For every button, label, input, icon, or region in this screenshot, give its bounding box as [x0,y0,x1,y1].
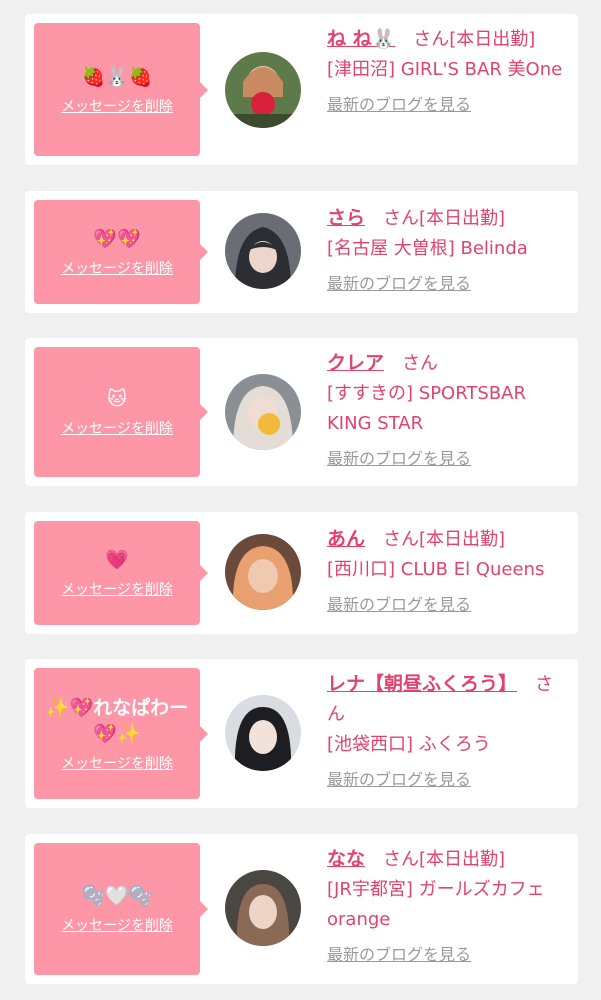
latest-blog-link[interactable]: 最新のブログを見る [327,943,563,967]
shop-location: [西川口] CLUB El Queens [327,559,545,580]
profile-info: レナ【朝昼ふくろう】 さん [池袋西口] ふくろう 最新のブログを見る [327,669,563,792]
san-label: さん [383,208,420,229]
latest-blog-link[interactable]: 最新のブログを見る [327,768,563,792]
profile-name-link[interactable]: レナ【朝昼ふくろう】 [327,673,517,695]
avatar[interactable] [225,870,301,946]
message-bubble: 🫧🤍🫧 メッセージを削除 [34,843,208,975]
message-card: 🍓🐰🍓 メッセージを削除 ね ね🐰 さん[本日出勤] [津田沼] GIRL'S B… [25,14,578,165]
delete-message-link[interactable]: メッセージを削除 [61,753,173,773]
message-bubble: ✨💖れなぱわー💖✨ メッセージを削除 [34,668,208,799]
shop-location: [名古屋 大曽根] Belinda [327,238,528,259]
profile-name-link[interactable]: さら [327,207,365,229]
message-card: 💖💖 メッセージを削除 さら さん[本日出勤] [名古屋 大曽根] Belinda… [25,191,578,313]
san-label: さん [413,29,450,50]
profile-info: クレア さん [すすきの] SPORTSBAR KING STAR 最新のブログを… [327,348,563,471]
profile-info: さら さん[本日出勤] [名古屋 大曽根] Belinda 最新のブログを見る [327,203,563,296]
delete-message-link[interactable]: メッセージを削除 [61,96,173,116]
message-bubble: 🍓🐰🍓 メッセージを削除 [34,23,208,156]
san-label: さん [402,353,439,374]
work-status: [本日出勤] [419,849,506,870]
profile-name-link[interactable]: なな [327,848,365,870]
latest-blog-link[interactable]: 最新のブログを見る [327,93,563,117]
work-status: [本日出勤] [449,29,536,50]
work-status: [本日出勤] [419,529,506,550]
profile-info: あん さん[本日出勤] [西川口] CLUB El Queens 最新のブログを見… [327,524,563,617]
latest-blog-link[interactable]: 最新のブログを見る [327,593,563,617]
avatar[interactable] [225,52,301,128]
delete-message-link[interactable]: メッセージを削除 [61,915,173,935]
message-bubble: 💖💖 メッセージを削除 [34,200,208,304]
delete-message-link[interactable]: メッセージを削除 [61,579,173,599]
message-text: 🫧🤍🫧 [81,885,153,907]
avatar[interactable] [225,374,301,450]
message-bubble: 💗 メッセージを削除 [34,521,208,625]
avatar[interactable] [225,695,301,771]
work-status: [本日出勤] [419,208,506,229]
latest-blog-link[interactable]: 最新のブログを見る [327,447,563,471]
delete-message-link[interactable]: メッセージを削除 [61,418,173,438]
message-text: 💗 [105,549,129,571]
san-label: さん [383,849,420,870]
message-card: ✨💖れなぱわー💖✨ メッセージを削除 レナ【朝昼ふくろう】 さん [池袋西口] ふ… [25,659,578,808]
delete-message-link[interactable]: メッセージを削除 [61,258,173,278]
message-bubble: 🐱 メッセージを削除 [34,347,208,477]
avatar[interactable] [225,534,301,610]
latest-blog-link[interactable]: 最新のブログを見る [327,272,563,296]
profile-name-link[interactable]: あん [327,528,365,550]
shop-location: [津田沼] GIRL'S BAR 美One [327,59,563,80]
message-card: 🫧🤍🫧 メッセージを削除 なな さん[本日出勤] [JR宇都宮] ガールズカフェ … [25,834,578,984]
message-text: 💖💖 [93,228,141,250]
profile-name-link[interactable]: クレア [327,352,384,374]
shop-location: [JR宇都宮] ガールズカフェ orange [327,879,545,930]
profile-info: なな さん[本日出勤] [JR宇都宮] ガールズカフェ orange 最新のブログ… [327,844,563,967]
message-text: 🐱 [107,388,127,410]
message-text: ✨💖れなぱわー💖✨ [45,696,189,745]
profile-info: ね ね🐰 さん[本日出勤] [津田沼] GIRL'S BAR 美One 最新のブロ… [327,24,563,117]
message-card: 🐱 メッセージを削除 クレア さん [すすきの] SPORTSBAR KING S… [25,338,578,486]
profile-name-link[interactable]: ね ね🐰 [327,28,395,50]
message-card: 💗 メッセージを削除 あん さん[本日出勤] [西川口] CLUB El Quee… [25,512,578,634]
san-label: さん [383,529,420,550]
message-text: 🍓🐰🍓 [81,65,153,88]
shop-location: [すすきの] SPORTSBAR KING STAR [327,383,527,434]
avatar[interactable] [225,213,301,289]
shop-location: [池袋西口] ふくろう [327,734,491,755]
